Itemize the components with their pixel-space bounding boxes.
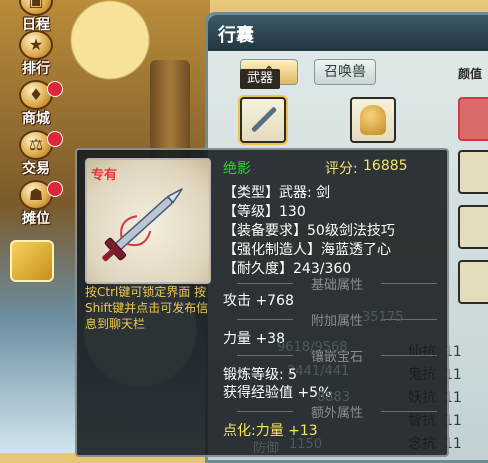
item-name: 绝影: [223, 161, 251, 177]
section-more: 额外属性: [237, 402, 437, 421]
notification-dot: [48, 132, 62, 146]
nav-trade[interactable]: ⚖ 交易: [10, 130, 62, 180]
gold-card-button[interactable]: [10, 240, 54, 282]
sword-icon: [250, 106, 278, 133]
section-gem: 镶嵌宝石: [237, 346, 437, 365]
score-label: 评分:: [325, 161, 358, 177]
score-value: 16885: [363, 158, 408, 174]
item-maker: 【强化制造人】海蓝透了心: [223, 242, 391, 258]
notification-dot: [48, 182, 62, 196]
item-tooltip: 专有 按Ctrl键可锁定界面 按Shift键并点击可发布信息到聊天栏 绝影 评分…: [75, 148, 449, 457]
equip-slot-armor[interactable]: [458, 260, 488, 304]
tab-summon[interactable]: 召唤兽: [314, 59, 376, 85]
equip-slot-necklace[interactable]: [458, 150, 488, 194]
helmet-icon: [360, 105, 386, 135]
faint-bg-value: 35175: [362, 310, 404, 325]
panel-header: 行囊: [208, 15, 488, 51]
faint-bg-value: 防御: [253, 441, 280, 456]
equip-slot-bracelet[interactable]: [458, 205, 488, 249]
equip-slot-accessory[interactable]: [458, 97, 488, 141]
item-icon-frame: 专有: [85, 158, 211, 284]
item-requirement: 【装备要求】50级剑法技巧: [223, 223, 395, 239]
equip-slot-helmet[interactable]: [350, 97, 396, 143]
item-type: 【类型】武器: 剑: [223, 185, 331, 201]
tooltip-hint: 按Ctrl键可锁定界面 按Shift键并点击可发布信息到聊天栏: [85, 285, 209, 331]
equip-slot-weapon[interactable]: [240, 97, 286, 143]
notification-dot: [48, 82, 62, 96]
beauty-label: 颜值: [458, 67, 483, 81]
section-extra: 附加属性: [237, 310, 437, 329]
nav-ranking[interactable]: ★ 排行: [10, 30, 62, 80]
stat-attack: 攻击 +768: [223, 293, 294, 309]
ranking-icon: ★: [19, 30, 53, 60]
forge-level: 锻炼等级: 5: [223, 367, 298, 383]
active-tab-chip: 武器: [240, 69, 280, 89]
stat-strength: 力量 +38: [223, 331, 285, 347]
trade-icon: ⚖: [19, 130, 53, 160]
nav-stall[interactable]: ☗ 摊位: [10, 180, 62, 230]
shop-icon: ♦: [19, 80, 53, 110]
panel-title: 行囊: [218, 25, 254, 46]
exclusive-badge: 专有: [91, 168, 118, 183]
faint-bg-value: 1150: [289, 437, 323, 452]
nav-shop[interactable]: ♦ 商城: [10, 80, 62, 130]
exp-gain: 获得经验值 +5%: [223, 385, 332, 401]
item-level: 【等级】130: [223, 204, 306, 220]
stall-icon: ☗: [19, 180, 53, 210]
